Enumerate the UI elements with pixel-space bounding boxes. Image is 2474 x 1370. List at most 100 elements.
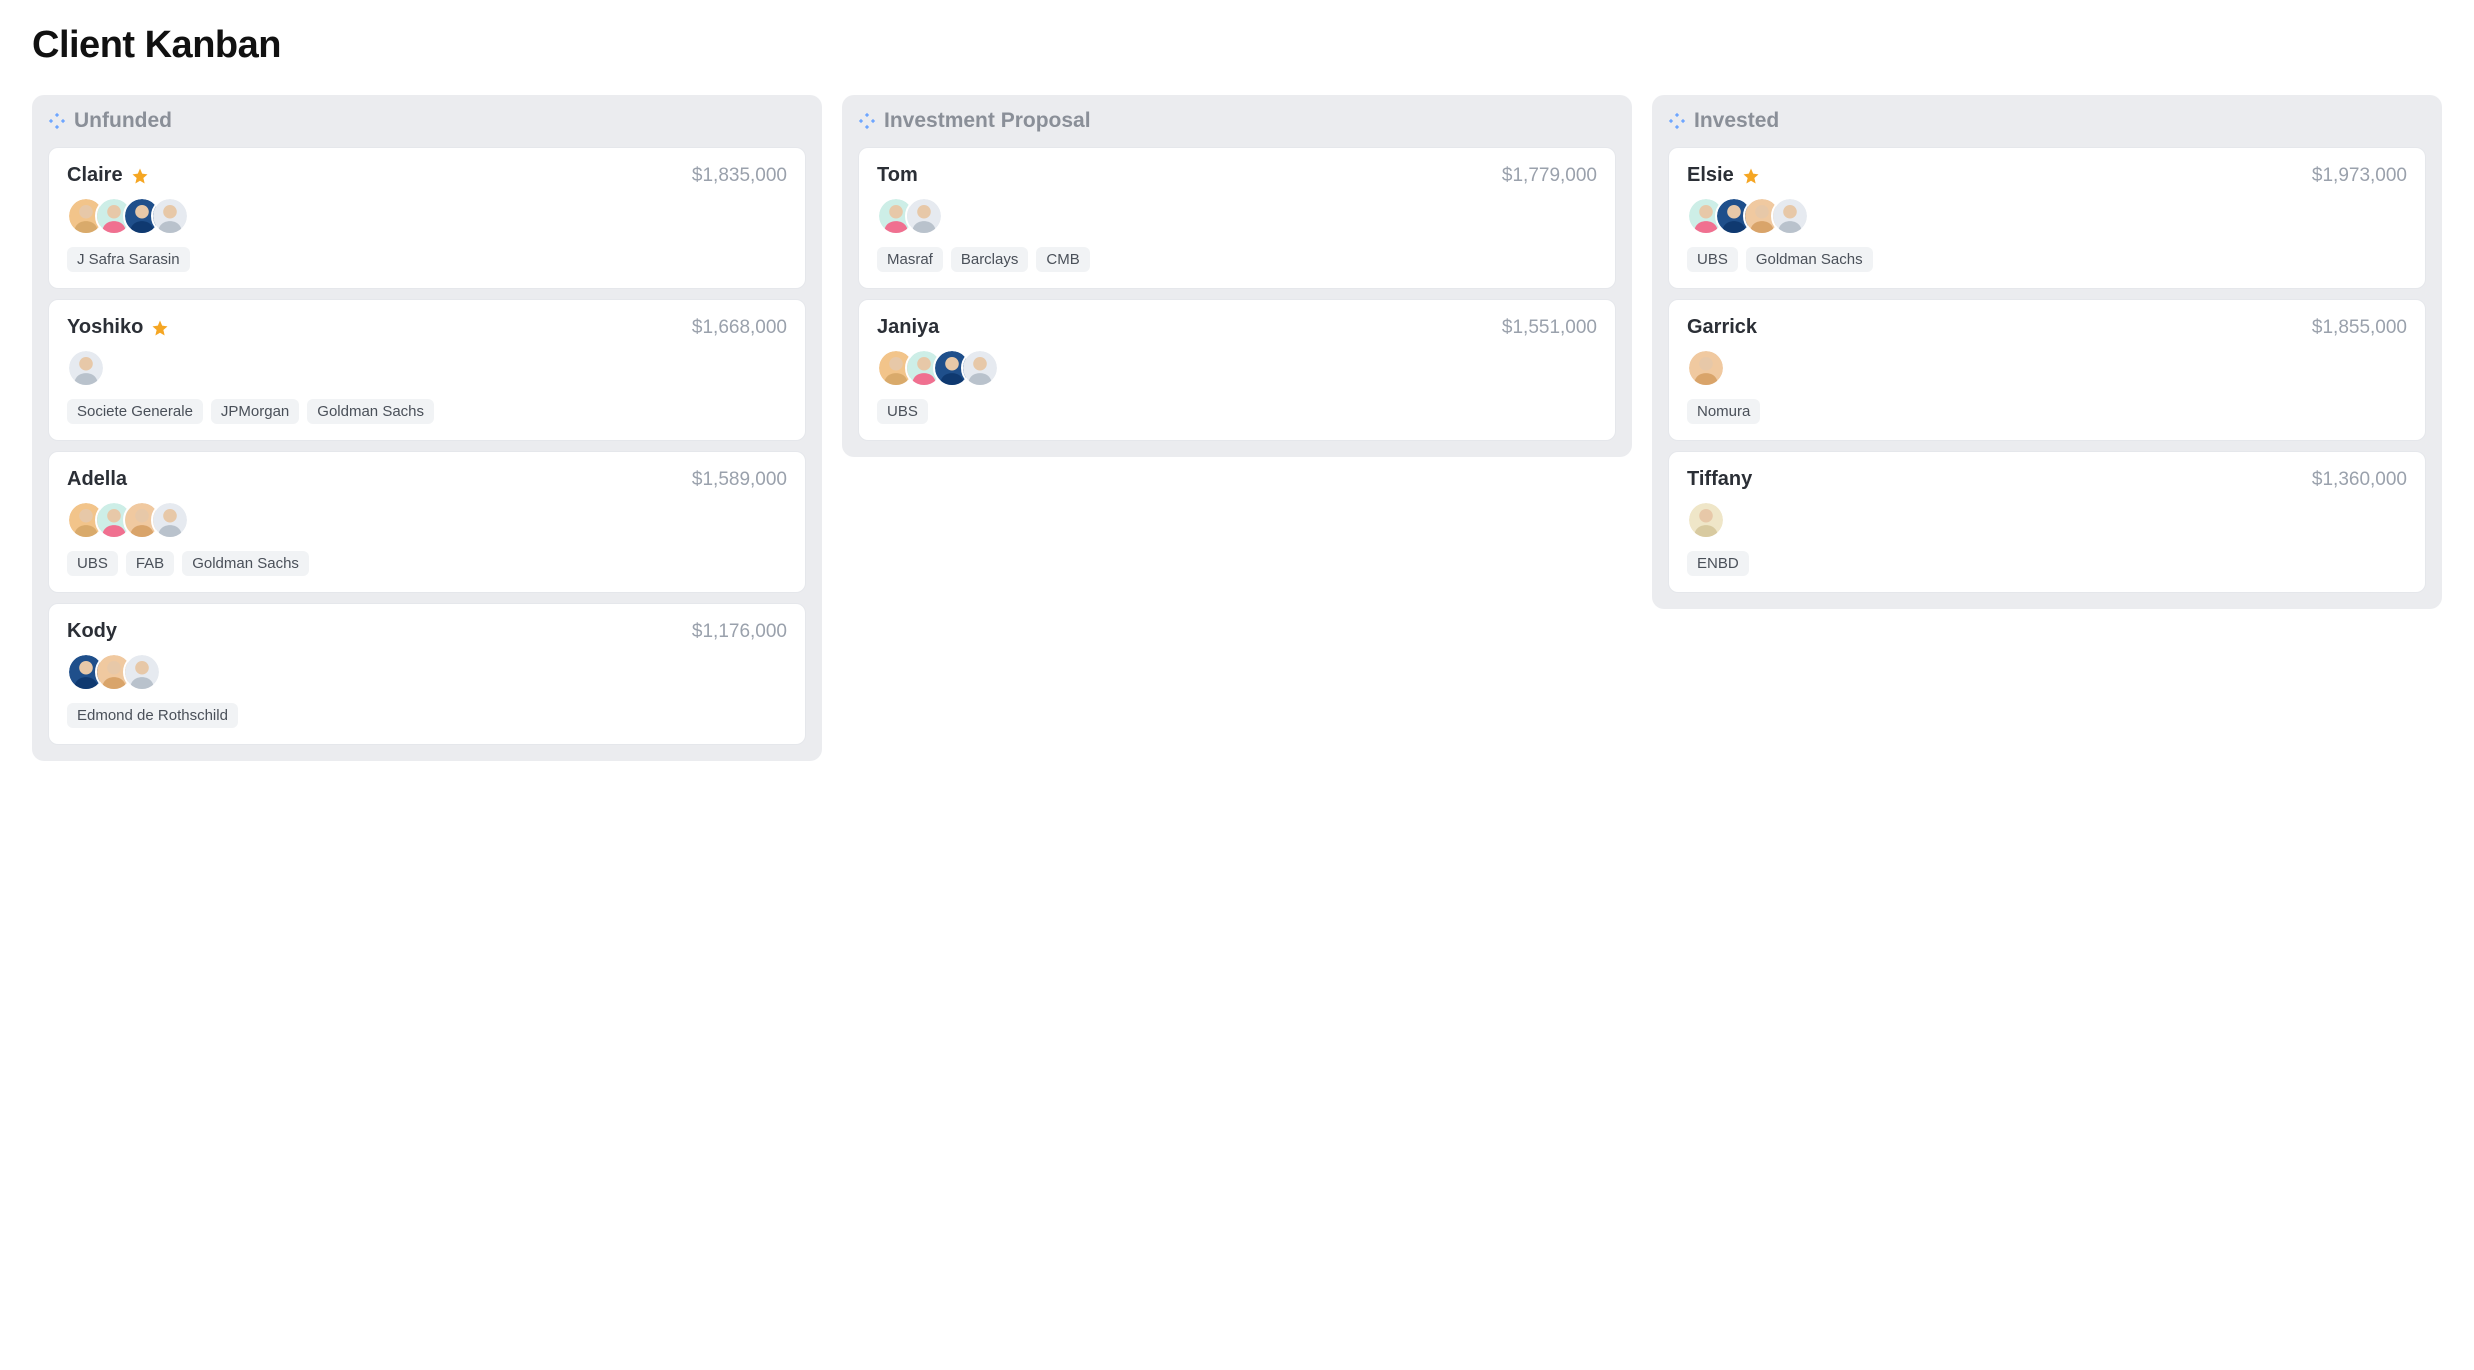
tag: CMB	[1036, 247, 1089, 272]
star-icon	[1742, 167, 1760, 185]
avatar	[1771, 197, 1809, 235]
client-name-text: Tiffany	[1687, 468, 1752, 491]
client-amount: $1,779,000	[1502, 165, 1597, 187]
column-title: Investment Proposal	[884, 109, 1091, 133]
tag: ENBD	[1687, 551, 1749, 576]
client-amount: $1,973,000	[2312, 165, 2407, 187]
tag-list: Societe Generale JPMorgan Goldman Sachs	[67, 399, 787, 424]
diamond-icon	[858, 112, 876, 130]
card-header: Adella $1,589,000	[67, 468, 787, 491]
kanban-column-unfunded: Unfunded Claire $1,835,000 J Safra Sarasin Y…	[32, 95, 822, 761]
client-name-text: Adella	[67, 468, 127, 491]
column-header: Unfunded	[48, 95, 806, 147]
tag-list: Edmond de Rothschild	[67, 703, 787, 728]
client-card[interactable]: Garrick $1,855,000 Nomura	[1668, 299, 2426, 441]
client-name: Yoshiko	[67, 316, 169, 339]
avatar	[151, 501, 189, 539]
diamond-icon	[48, 112, 66, 130]
avatar-group	[1687, 349, 2407, 387]
tag: JPMorgan	[211, 399, 299, 424]
tag: Barclays	[951, 247, 1029, 272]
column-header: Investment Proposal	[858, 95, 1616, 147]
client-name-text: Kody	[67, 620, 117, 643]
client-card[interactable]: Janiya $1,551,000 UBS	[858, 299, 1616, 441]
client-name: Adella	[67, 468, 127, 491]
card-header: Garrick $1,855,000	[1687, 316, 2407, 339]
tag-list: J Safra Sarasin	[67, 247, 787, 272]
avatar-group	[1687, 501, 2407, 539]
avatar-group	[877, 349, 1597, 387]
client-card[interactable]: Adella $1,589,000 UBS FAB Goldman Sachs	[48, 451, 806, 593]
avatar	[67, 349, 105, 387]
column-title: Invested	[1694, 109, 1779, 133]
tag: UBS	[1687, 247, 1738, 272]
star-icon	[151, 319, 169, 337]
cards-list: Elsie $1,973,000 UBS Goldman Sachs Garrick $1…	[1668, 147, 2426, 593]
avatar-group	[1687, 197, 2407, 235]
column-header: Invested	[1668, 95, 2426, 147]
tag: FAB	[126, 551, 174, 576]
tag-list: UBS	[877, 399, 1597, 424]
client-amount: $1,176,000	[692, 621, 787, 643]
client-name: Janiya	[877, 316, 939, 339]
tag: Nomura	[1687, 399, 1760, 424]
card-header: Tiffany $1,360,000	[1687, 468, 2407, 491]
tag: Masraf	[877, 247, 943, 272]
avatar	[123, 653, 161, 691]
page-title: Client Kanban	[32, 24, 2442, 67]
column-title: Unfunded	[74, 109, 172, 133]
avatar-group	[67, 501, 787, 539]
client-name-text: Janiya	[877, 316, 939, 339]
tag: UBS	[67, 551, 118, 576]
tag: Edmond de Rothschild	[67, 703, 238, 728]
avatar	[905, 197, 943, 235]
card-header: Yoshiko $1,668,000	[67, 316, 787, 339]
tag-list: ENBD	[1687, 551, 2407, 576]
avatar-group	[67, 197, 787, 235]
client-amount: $1,835,000	[692, 165, 787, 187]
tag: UBS	[877, 399, 928, 424]
card-header: Elsie $1,973,000	[1687, 164, 2407, 187]
client-name: Tom	[877, 164, 918, 187]
avatar-group	[877, 197, 1597, 235]
client-name-text: Garrick	[1687, 316, 1757, 339]
kanban-board: Unfunded Claire $1,835,000 J Safra Sarasin Y…	[32, 95, 2442, 761]
card-header: Kody $1,176,000	[67, 620, 787, 643]
client-card[interactable]: Tiffany $1,360,000 ENBD	[1668, 451, 2426, 593]
tag: Goldman Sachs	[1746, 247, 1873, 272]
client-card[interactable]: Elsie $1,973,000 UBS Goldman Sachs	[1668, 147, 2426, 289]
client-name: Tiffany	[1687, 468, 1752, 491]
client-name-text: Claire	[67, 164, 123, 187]
client-amount: $1,668,000	[692, 317, 787, 339]
client-card[interactable]: Yoshiko $1,668,000 Societe Generale JPMorga…	[48, 299, 806, 441]
client-name: Claire	[67, 164, 149, 187]
client-card[interactable]: Claire $1,835,000 J Safra Sarasin	[48, 147, 806, 289]
client-amount: $1,589,000	[692, 469, 787, 491]
tag: Goldman Sachs	[307, 399, 434, 424]
client-name-text: Yoshiko	[67, 316, 143, 339]
client-name-text: Tom	[877, 164, 918, 187]
card-header: Claire $1,835,000	[67, 164, 787, 187]
tag-list: Nomura	[1687, 399, 2407, 424]
client-card[interactable]: Kody $1,176,000 Edmond de Rothschild	[48, 603, 806, 745]
tag: Goldman Sachs	[182, 551, 309, 576]
client-name: Garrick	[1687, 316, 1757, 339]
client-amount: $1,551,000	[1502, 317, 1597, 339]
cards-list: Claire $1,835,000 J Safra Sarasin Yoshiko $1…	[48, 147, 806, 745]
tag-list: UBS FAB Goldman Sachs	[67, 551, 787, 576]
avatar	[1687, 349, 1725, 387]
client-amount: $1,855,000	[2312, 317, 2407, 339]
kanban-column-invested: Invested Elsie $1,973,000 UBS Goldman Sachs G…	[1652, 95, 2442, 609]
client-name: Kody	[67, 620, 117, 643]
star-icon	[131, 167, 149, 185]
tag: J Safra Sarasin	[67, 247, 190, 272]
client-amount: $1,360,000	[2312, 469, 2407, 491]
tag-list: UBS Goldman Sachs	[1687, 247, 2407, 272]
avatar	[151, 197, 189, 235]
tag: Societe Generale	[67, 399, 203, 424]
client-card[interactable]: Tom $1,779,000 Masraf Barclays CMB	[858, 147, 1616, 289]
avatar	[1687, 501, 1725, 539]
client-name-text: Elsie	[1687, 164, 1734, 187]
card-header: Tom $1,779,000	[877, 164, 1597, 187]
tag-list: Masraf Barclays CMB	[877, 247, 1597, 272]
